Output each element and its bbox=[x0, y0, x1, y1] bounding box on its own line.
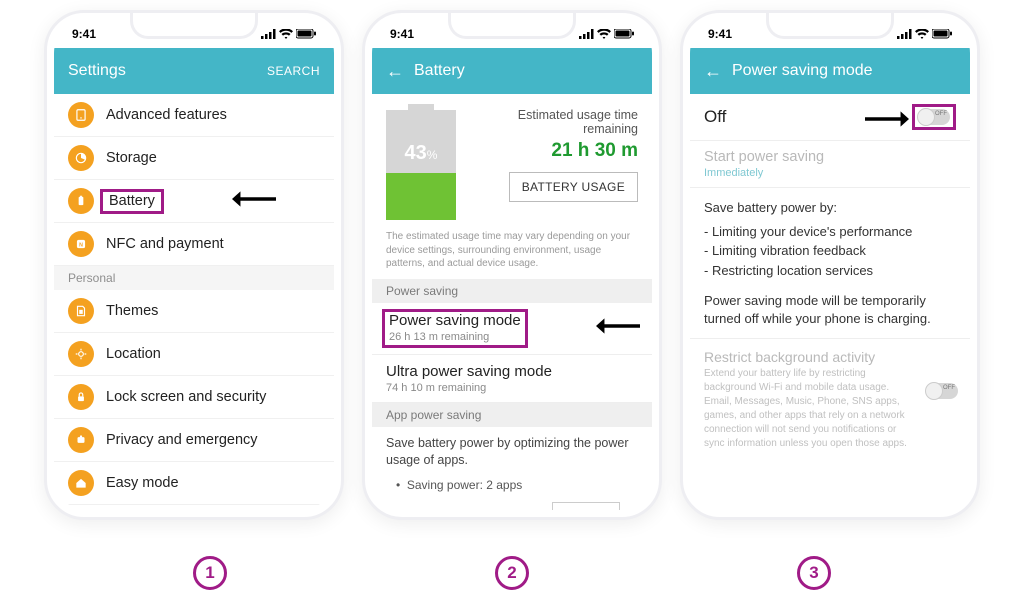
storage-icon bbox=[68, 145, 94, 171]
restrict-title: Restrict background activity bbox=[704, 349, 956, 365]
save-list: - Limiting your device's performance - L… bbox=[690, 222, 970, 289]
signal-icon bbox=[579, 29, 594, 39]
step-badges: 1 2 3 bbox=[0, 556, 1024, 590]
battery-graphic: 43% bbox=[386, 104, 466, 220]
row-label: Lock screen and security bbox=[106, 389, 266, 405]
disclaimer: The estimated usage time may vary depend… bbox=[372, 228, 652, 279]
row-label: Battery bbox=[100, 189, 164, 214]
status-time: 9:41 bbox=[390, 27, 414, 41]
advanced-icon bbox=[68, 102, 94, 128]
row-accounts[interactable]: Accounts bbox=[54, 505, 334, 510]
appbar-title: Settings bbox=[68, 62, 126, 80]
wifi-icon bbox=[915, 29, 929, 39]
svg-text:N: N bbox=[79, 242, 83, 248]
wifi-icon bbox=[279, 29, 293, 39]
row-label: Storage bbox=[106, 150, 157, 166]
ps-sub: 26 h 13 m remaining bbox=[389, 331, 521, 343]
battery-icon bbox=[932, 29, 952, 39]
battery-row-icon bbox=[68, 188, 94, 214]
step-badge-1: 1 bbox=[193, 556, 227, 590]
home-icon bbox=[68, 470, 94, 496]
restrict-desc: Extend your battery life by restricting … bbox=[704, 367, 956, 451]
lock-icon bbox=[68, 384, 94, 410]
row-lockscreen[interactable]: Lock screen and security bbox=[54, 376, 334, 419]
est-label: Estimated usage time remaining bbox=[476, 108, 638, 136]
off-row: Off OFF bbox=[690, 94, 970, 141]
row-location[interactable]: Location bbox=[54, 333, 334, 376]
sps-sub: Immediately bbox=[704, 167, 956, 179]
themes-icon bbox=[68, 298, 94, 324]
row-start-power-saving[interactable]: Start power saving Immediately bbox=[690, 141, 970, 188]
charging-note: Power saving mode will be temporarily tu… bbox=[690, 288, 970, 339]
sps-title: Start power saving bbox=[704, 149, 956, 165]
signal-icon bbox=[897, 29, 912, 39]
battery-icon bbox=[296, 29, 316, 39]
row-restrict-background[interactable]: Restrict background activity Extend your… bbox=[690, 339, 970, 461]
wifi-icon bbox=[597, 29, 611, 39]
section-personal: Personal bbox=[54, 266, 334, 290]
privacy-icon bbox=[68, 427, 94, 453]
phone-3: 9:41 ← Power saving mode Off bbox=[680, 10, 980, 520]
status-time: 9:41 bbox=[708, 27, 732, 41]
row-easymode[interactable]: Easy mode bbox=[54, 462, 334, 505]
row-nfc[interactable]: N NFC and payment bbox=[54, 223, 334, 266]
step-badge-3: 3 bbox=[797, 556, 831, 590]
back-button[interactable]: ← bbox=[704, 61, 722, 82]
back-button[interactable]: ← bbox=[386, 61, 404, 82]
battery-usage-button[interactable]: BATTERY USAGE bbox=[509, 172, 638, 202]
restrict-toggle[interactable]: OFF bbox=[926, 383, 958, 399]
location-icon bbox=[68, 341, 94, 367]
off-label: Off bbox=[704, 107, 726, 127]
row-battery[interactable]: Battery bbox=[54, 180, 334, 223]
ps-title: Power saving mode bbox=[389, 312, 521, 329]
row-label: Advanced features bbox=[106, 107, 227, 123]
step-badge-2: 2 bbox=[495, 556, 529, 590]
app-bar: Settings SEARCH bbox=[54, 48, 334, 94]
app-bar: ← Battery bbox=[372, 48, 652, 94]
detail-button[interactable]: DETAIL bbox=[552, 502, 620, 511]
battery-icon bbox=[614, 29, 634, 39]
app-save-desc: Save battery power by optimizing the pow… bbox=[372, 427, 652, 474]
ultra-title: Ultra power saving mode bbox=[386, 363, 638, 380]
row-advanced-features[interactable]: Advanced features bbox=[54, 94, 334, 137]
row-label: Location bbox=[106, 346, 161, 362]
apps-line: • Saving power: 2 apps bbox=[372, 474, 652, 496]
section-app-power-saving: App power saving bbox=[372, 403, 652, 427]
row-power-saving-mode[interactable]: Power saving mode 26 h 13 m remaining bbox=[372, 303, 652, 355]
annotation-arrow-icon bbox=[864, 108, 910, 130]
search-button[interactable]: SEARCH bbox=[267, 64, 320, 78]
row-label: Themes bbox=[106, 303, 158, 319]
row-privacy[interactable]: Privacy and emergency bbox=[54, 419, 334, 462]
power-saving-toggle[interactable]: OFF bbox=[918, 109, 950, 125]
section-power-saving: Power saving bbox=[372, 279, 652, 303]
row-label: Easy mode bbox=[106, 475, 179, 491]
row-storage[interactable]: Storage bbox=[54, 137, 334, 180]
phone-2: 9:41 ← Battery bbox=[362, 10, 662, 520]
nfc-icon: N bbox=[68, 231, 94, 257]
row-label: Privacy and emergency bbox=[106, 432, 258, 448]
ultra-sub: 74 h 10 m remaining bbox=[386, 382, 638, 394]
status-time: 9:41 bbox=[72, 27, 96, 41]
appbar-title: Power saving mode bbox=[732, 62, 873, 80]
battery-percent: 43 bbox=[405, 142, 427, 164]
est-value: 21 h 30 m bbox=[476, 140, 638, 162]
row-label: NFC and payment bbox=[106, 236, 224, 252]
save-by-label: Save battery power by: bbox=[690, 188, 970, 222]
signal-icon bbox=[261, 29, 276, 39]
app-bar: ← Power saving mode bbox=[690, 48, 970, 94]
annotation-arrow-icon bbox=[592, 315, 644, 337]
toggle-highlight: OFF bbox=[912, 104, 956, 130]
phone-1: 9:41 Settings SEARCH Advanced features bbox=[44, 10, 344, 520]
row-ultra-power-saving[interactable]: Ultra power saving mode 74 h 10 m remain… bbox=[372, 355, 652, 403]
annotation-arrow-icon bbox=[228, 188, 280, 210]
appbar-title: Battery bbox=[414, 62, 465, 80]
row-themes[interactable]: Themes bbox=[54, 290, 334, 333]
